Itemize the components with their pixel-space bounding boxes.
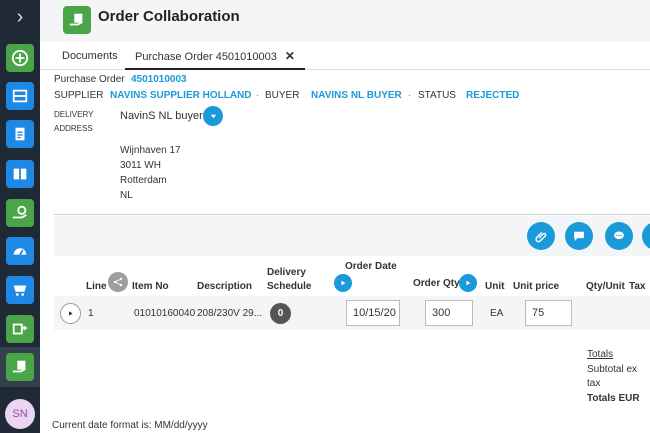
comment-icon[interactable] [565,222,593,250]
tab-purchase-order[interactable]: Purchase Order 4501010003 ✕ [125,42,305,70]
buyer-label: BUYER [265,90,300,101]
cell-unit: EA [490,308,504,319]
play-icon[interactable] [334,274,352,292]
col-delivery-schedule: Delivery [267,267,306,278]
dashboard-icon[interactable] [6,237,34,265]
attachment-icon[interactable] [527,222,555,250]
col-item-no: Item No [132,281,169,292]
tab-purchase-order-label: Purchase Order 4501010003 [135,51,277,63]
po-number: 4501010003 [131,74,187,85]
col-tax: Tax [629,281,646,292]
play-icon[interactable] [459,274,477,292]
cell-description: 208/230V 29... [197,308,263,319]
address-line: NL [120,190,133,201]
cell-line: 1 [88,308,94,319]
col-order-qty: Order Qty [413,278,460,289]
tab-bar: Documents Purchase Order 4501010003 ✕ [40,42,650,70]
col-unit: Unit [485,281,505,292]
status-badge: REJECTED [466,90,520,101]
col-line: Line [86,281,107,292]
schedule-count-badge[interactable]: 0 [270,303,291,324]
order-qty-input[interactable]: 300 [425,300,473,326]
chevron-down-icon[interactable] [203,106,223,126]
separator-dot: · [256,90,260,101]
address-line: Rotterdam [120,175,167,186]
page-title: Order Collaboration [98,8,240,25]
col-qty-unit: Qty/Unit [586,281,625,292]
tab-documents[interactable]: Documents [62,42,118,70]
cart-settings-icon[interactable] [6,276,34,304]
col-unit-price: Unit price [513,281,560,292]
chevron-right-icon[interactable]: › [0,0,40,34]
clipboard-icon[interactable] [6,120,34,148]
expand-row-icon[interactable] [60,303,81,324]
date-format-note: Current date format is: MM/dd/yyyy [52,420,208,431]
unit-price-input[interactable]: 75 [525,300,572,326]
inbox-icon[interactable] [6,82,34,110]
supplier-label: SUPPLIER [54,90,104,101]
delivery-address-label: ADDRESS [54,124,93,133]
supplier-value[interactable]: NAVINS SUPPLIER HOLLAND [110,90,252,101]
app-header: Order Collaboration [40,0,650,42]
col-delivery-schedule: Schedule [267,281,312,292]
col-order-date: Order Date [345,261,397,272]
sidebar: › SN [0,0,40,433]
totals-heading: Totals [587,349,614,360]
cell-item-no: 01010160040 [134,308,196,319]
hand-money-icon[interactable] [6,199,34,227]
subtotal-label: Subtotal ex [587,364,638,375]
close-icon[interactable]: ✕ [285,49,295,63]
chat-icon[interactable] [605,222,633,250]
add-icon[interactable] [6,44,34,72]
delivery-name: NavinS NL buyer [120,110,203,122]
status-label: STATUS [418,90,456,101]
action-toolbar [54,216,650,256]
order-date-input[interactable]: 10/15/20 [346,300,400,326]
subtotal-label: tax [587,378,601,389]
delivery-address-label: DELIVERY [54,110,94,119]
po-label: Purchase Order [54,74,125,85]
address-line: Wijnhaven 17 [120,145,181,156]
totals-eur-label: Totals EUR [587,393,640,404]
buyer-value[interactable]: NAVINS NL BUYER [311,90,402,101]
book-icon[interactable] [6,160,34,188]
address-line: 3011 WH [120,160,161,171]
documents-transfer-icon[interactable] [6,315,34,343]
order-collaboration-icon[interactable] [6,353,34,381]
divider [54,214,650,215]
share-icon[interactable] [108,272,128,292]
avatar[interactable]: SN [5,399,35,429]
order-collaboration-icon [63,6,91,34]
col-description: Description [197,281,253,292]
separator-dot: · [408,90,412,101]
